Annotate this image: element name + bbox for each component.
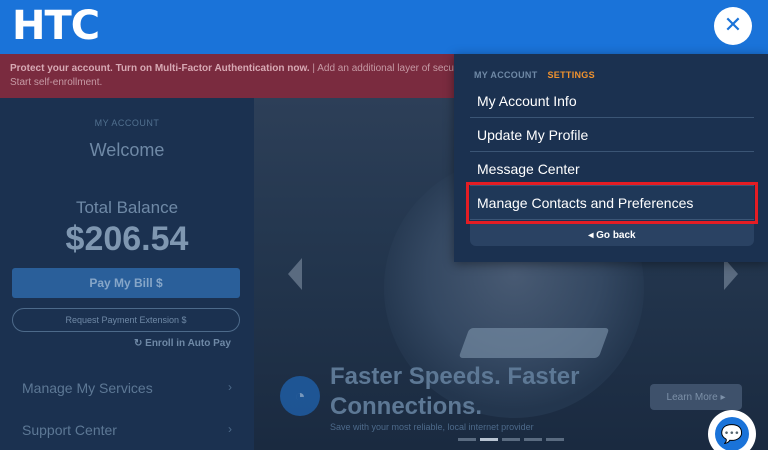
- menu-item-account-info[interactable]: My Account Info: [470, 84, 754, 118]
- total-balance-amount: $206.54: [65, 220, 189, 258]
- welcome-text: Welcome: [89, 140, 165, 160]
- nav-manage-services[interactable]: Manage My Services ›: [22, 380, 232, 396]
- payment-extension-button[interactable]: Request Payment Extension $: [12, 308, 240, 332]
- htc-logo[interactable]: HTC: [12, 3, 100, 49]
- hero-subtext: Save with your most reliable, local inte…: [330, 422, 534, 432]
- logo-text: HTC: [12, 3, 100, 49]
- learn-more-button[interactable]: Learn More ▸: [650, 384, 742, 410]
- autopay-link[interactable]: ↻ Enroll in Auto Pay: [134, 338, 231, 349]
- tab-my-account[interactable]: MY ACCOUNT: [474, 70, 538, 80]
- chat-glyph: 💬: [720, 423, 744, 444]
- menu-tabs: MY ACCOUNT SETTINGS: [474, 70, 595, 80]
- mfa-banner-title: Protect your account. Turn on Multi-Fact…: [10, 63, 310, 74]
- nav-label: Support Center: [22, 422, 117, 438]
- carousel-dot[interactable]: [524, 438, 542, 441]
- carousel-dot[interactable]: [546, 438, 564, 441]
- carousel-prev-icon[interactable]: [288, 258, 302, 290]
- nav-support-center[interactable]: Support Center ›: [22, 422, 232, 438]
- go-back-button[interactable]: ◂ Go back: [470, 224, 754, 246]
- total-balance-label: Total Balance: [75, 198, 179, 217]
- carousel-dot[interactable]: [458, 438, 476, 441]
- pay-bill-button[interactable]: Pay My Bill $: [12, 268, 240, 298]
- chat-button[interactable]: 💬: [708, 410, 756, 450]
- chat-bubble-icon: 💬: [715, 417, 749, 450]
- chevron-right-icon: ›: [228, 422, 232, 436]
- hero-headline: Faster Speeds. Faster Connections.: [330, 363, 580, 420]
- wifi-icon: ◔: [280, 376, 320, 416]
- top-header: HTC ✕: [0, 0, 768, 54]
- close-menu-button[interactable]: ✕: [714, 7, 752, 45]
- menu-item-manage-contacts[interactable]: Manage Contacts and Preferences: [466, 182, 758, 224]
- account-dropdown-menu: MY ACCOUNT SETTINGS My Account Info Updat…: [454, 54, 768, 262]
- nav-label: Manage My Services: [22, 380, 153, 396]
- carousel-dot-active[interactable]: [480, 438, 498, 441]
- carousel-dot[interactable]: [502, 438, 520, 441]
- wifi-glyph: ◔: [294, 385, 306, 406]
- menu-item-message-center[interactable]: Message Center: [470, 152, 754, 186]
- carousel-next-icon[interactable]: [724, 258, 738, 290]
- menu-item-update-profile[interactable]: Update My Profile: [470, 118, 754, 152]
- tab-settings[interactable]: SETTINGS: [548, 70, 595, 80]
- close-icon: ✕: [723, 13, 743, 38]
- panel-kicker: MY ACCOUNT: [94, 118, 160, 128]
- chevron-right-icon: ›: [228, 380, 232, 394]
- account-summary-panel: MY ACCOUNT Welcome Total Balance $206.54…: [0, 98, 254, 450]
- carousel-dots: [458, 438, 564, 441]
- hero-tablet-glow: [458, 328, 610, 358]
